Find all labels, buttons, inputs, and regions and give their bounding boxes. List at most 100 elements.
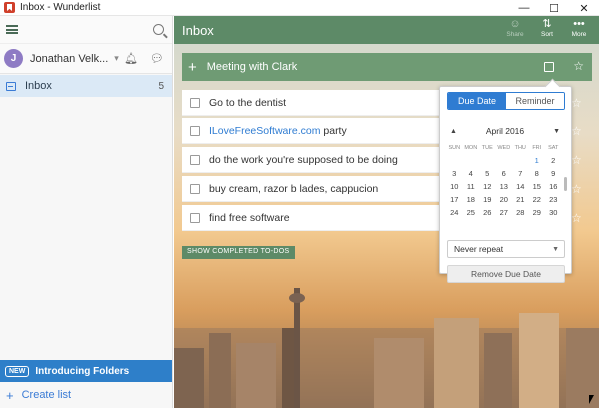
- calendar-day[interactable]: 19: [479, 195, 496, 204]
- weekday-header: SUN MON TUE WED THU FRI SAT: [446, 141, 562, 154]
- todo-item[interactable]: find free software: [182, 205, 448, 231]
- calendar-scrollbar[interactable]: [564, 177, 567, 191]
- avatar[interactable]: J: [4, 49, 23, 68]
- date-mode-toggle: Due Date Reminder: [447, 92, 565, 110]
- todo-checkbox[interactable]: [190, 125, 200, 136]
- calendar-day[interactable]: 22: [529, 195, 546, 204]
- calendar-day[interactable]: 23: [545, 195, 562, 204]
- calendar-day[interactable]: 14: [512, 182, 529, 191]
- calendar-day[interactable]: 25: [463, 208, 480, 217]
- chevron-down-icon[interactable]: ▾: [114, 53, 119, 64]
- todo-link[interactable]: ILoveFreeSoftware.com: [209, 125, 320, 137]
- repeat-select[interactable]: Never repeat ▼: [447, 240, 565, 258]
- star-icon[interactable]: ☆: [571, 182, 582, 196]
- introducing-folders-banner[interactable]: NEW Introducing Folders: [0, 360, 172, 382]
- calendar-day[interactable]: 10: [446, 182, 463, 191]
- todo-checkbox[interactable]: [190, 183, 200, 194]
- calendar-day[interactable]: 2: [545, 156, 562, 165]
- calendar-day[interactable]: 11: [463, 182, 480, 191]
- chat-bubble-icon[interactable]: 💬︎: [150, 52, 164, 65]
- calendar-week: 17 18 19 20 21 22 23: [446, 193, 562, 206]
- todo-checkbox[interactable]: [190, 97, 200, 108]
- add-todo-input[interactable]: + Meeting with Clark ☆: [182, 53, 592, 81]
- show-completed-button[interactable]: SHOW COMPLETED TO-DOS: [182, 246, 295, 259]
- caret-down-icon: ▼: [552, 245, 559, 253]
- search-icon[interactable]: [153, 24, 164, 35]
- todo-text[interactable]: do the work you're supposed to be doing: [209, 154, 398, 166]
- calendar-day[interactable]: 15: [529, 182, 546, 191]
- plus-icon: +: [6, 387, 14, 403]
- calendar-day[interactable]: 12: [479, 182, 496, 191]
- new-badge: NEW: [5, 365, 30, 377]
- window-title: Inbox - Wunderlist: [20, 2, 101, 13]
- calendar-nav: ▲ April 2016 ▼: [450, 125, 560, 137]
- calendar-day[interactable]: 28: [512, 208, 529, 217]
- star-icon[interactable]: ☆: [573, 59, 584, 73]
- share-button[interactable]: ☺ Share: [499, 18, 531, 39]
- todo-text[interactable]: Go to the dentist: [209, 97, 286, 109]
- weekday-label: SUN: [448, 144, 461, 151]
- todo-text[interactable]: buy cream, razor b lades, cappucion: [209, 183, 378, 195]
- prev-month-button[interactable]: ▲: [450, 128, 457, 135]
- plus-icon: +: [188, 58, 197, 76]
- inbox-icon: [6, 81, 16, 91]
- calendar-week: 10 11 12 13 14 15 16: [446, 180, 562, 193]
- user-row[interactable]: J Jonathan Velk... ▾ 🔔︎ 💬︎: [0, 44, 172, 74]
- add-todo-value[interactable]: Meeting with Clark: [207, 61, 297, 73]
- calendar-day[interactable]: 26: [479, 208, 496, 217]
- calendar-day[interactable]: 13: [496, 182, 513, 191]
- todo-checkbox[interactable]: [190, 212, 200, 223]
- tab-due-date[interactable]: Due Date: [448, 93, 506, 109]
- weekday-label: FRI: [532, 144, 542, 151]
- todo-text[interactable]: find free software: [209, 212, 290, 224]
- sort-label: Sort: [541, 31, 553, 38]
- calendar-day[interactable]: 9: [545, 169, 562, 178]
- todo-checkbox[interactable]: [190, 154, 200, 165]
- star-icon[interactable]: ☆: [571, 124, 582, 138]
- calendar-day[interactable]: 4: [463, 169, 480, 178]
- hamburger-menu-icon[interactable]: [6, 25, 18, 34]
- calendar-day[interactable]: 3: [446, 169, 463, 178]
- remove-due-date-button[interactable]: Remove Due Date: [447, 265, 565, 283]
- more-button[interactable]: ••• More: [563, 18, 595, 39]
- header-toolbar: ☺ Share ⇅ Sort ••• More: [499, 18, 595, 39]
- star-icon[interactable]: ☆: [571, 211, 582, 225]
- calendar-icon[interactable]: [544, 62, 554, 72]
- calendar-day[interactable]: 20: [496, 195, 513, 204]
- weekday-label: TUE: [481, 144, 493, 151]
- bell-icon[interactable]: 🔔︎: [124, 52, 138, 65]
- close-button[interactable]: ✕: [569, 0, 599, 16]
- calendar-day[interactable]: 5: [479, 169, 496, 178]
- star-icon[interactable]: ☆: [571, 153, 582, 167]
- minimize-button[interactable]: —: [509, 0, 539, 16]
- repeat-value: Never repeat: [454, 244, 504, 254]
- todo-text[interactable]: ILoveFreeSoftware.com party: [209, 125, 347, 137]
- calendar-day[interactable]: 24: [446, 208, 463, 217]
- weekday-label: THU: [514, 144, 526, 151]
- sidebar-item-inbox[interactable]: Inbox 5: [0, 75, 172, 97]
- tab-reminder[interactable]: Reminder: [506, 93, 564, 109]
- todo-item[interactable]: ILoveFreeSoftware.com party: [182, 118, 448, 144]
- maximize-button[interactable]: ☐: [539, 0, 569, 16]
- star-icon[interactable]: ☆: [571, 96, 582, 110]
- calendar-day[interactable]: 7: [512, 169, 529, 178]
- calendar-day[interactable]: 29: [529, 208, 546, 217]
- calendar-day[interactable]: 21: [512, 195, 529, 204]
- sidebar: J Jonathan Velk... ▾ 🔔︎ 💬︎ Inbox 5 NEW I…: [0, 16, 173, 408]
- sort-button[interactable]: ⇅ Sort: [531, 18, 563, 39]
- calendar-day[interactable]: 18: [463, 195, 480, 204]
- calendar-day[interactable]: 30: [545, 208, 562, 217]
- calendar-day[interactable]: 1: [529, 156, 546, 165]
- calendar-day[interactable]: 8: [529, 169, 546, 178]
- calendar-day[interactable]: 16: [545, 182, 562, 191]
- todo-item[interactable]: buy cream, razor b lades, cappucion: [182, 176, 448, 202]
- calendar-week: 3 4 5 6 7 8 9: [446, 167, 562, 180]
- todo-item[interactable]: do the work you're supposed to be doing: [182, 147, 448, 173]
- todo-item[interactable]: Go to the dentist: [182, 90, 448, 116]
- user-name[interactable]: Jonathan Velk...: [30, 53, 108, 65]
- calendar-day[interactable]: 27: [496, 208, 513, 217]
- create-list-button[interactable]: + Create list: [0, 384, 172, 406]
- next-month-button[interactable]: ▼: [553, 128, 560, 135]
- calendar-day[interactable]: 6: [496, 169, 513, 178]
- calendar-day[interactable]: 17: [446, 195, 463, 204]
